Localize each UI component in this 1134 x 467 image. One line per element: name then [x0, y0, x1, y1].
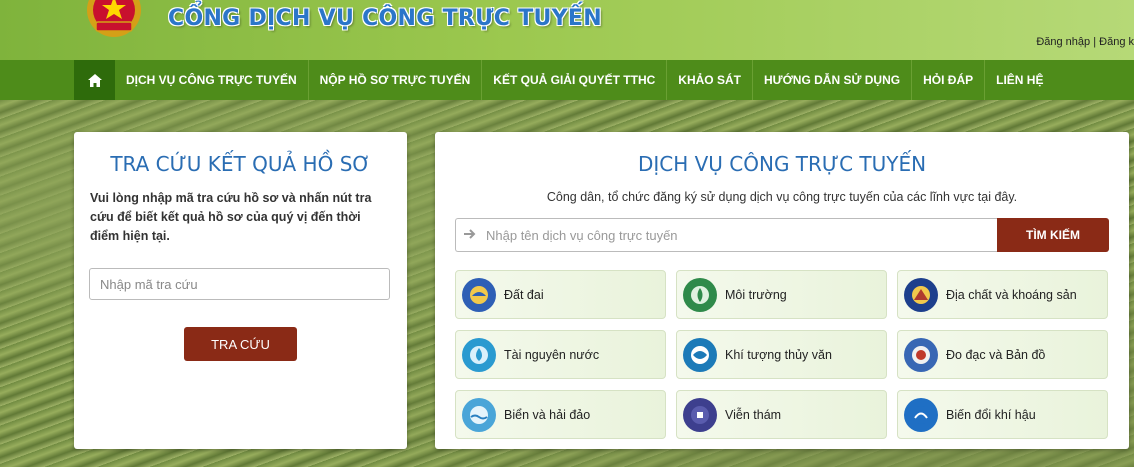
category-label: Đất đai [504, 287, 544, 302]
category-label: Biến đổi khí hậu [946, 407, 1036, 422]
geology-icon [904, 277, 938, 312]
category-remote-sensing[interactable]: Viễn thám [676, 390, 887, 439]
home-icon [87, 73, 102, 87]
nav-item-survey[interactable]: KHẢO SÁT [667, 60, 753, 100]
remote-sensing-icon [683, 397, 717, 432]
category-water-resources[interactable]: Tài nguyên nước [455, 330, 666, 379]
main-nav: DỊCH VỤ CÔNG TRỰC TUYẾN NỘP HỒ SƠ TRỰC T… [0, 60, 1134, 100]
lookup-description: Vui lòng nhập mã tra cứu hồ sơ và nhấn n… [90, 191, 372, 243]
service-search: TÌM KIẾM [455, 218, 1109, 252]
site-header: CỔNG DỊCH VỤ CÔNG TRỰC TUYẾN Đăng nhập |… [0, 0, 1134, 60]
category-label: Đo đạc và Bản đồ [946, 347, 1046, 362]
category-geology[interactable]: Địa chất và khoáng sản [897, 270, 1108, 319]
category-environment[interactable]: Môi trường [676, 270, 887, 319]
service-search-input[interactable] [455, 218, 997, 252]
category-climate-change[interactable]: Biến đổi khí hậu [897, 390, 1108, 439]
lookup-title: TRA CỨU KẾT QUẢ HỒ SƠ [110, 152, 371, 176]
climate-change-icon [904, 397, 938, 432]
category-sea-island[interactable]: Biển và hải đảo [455, 390, 666, 439]
lookup-button[interactable]: TRA CỨU [184, 327, 297, 361]
nav-home[interactable] [74, 60, 115, 100]
search-button[interactable]: TÌM KIẾM [997, 218, 1109, 252]
category-label: Tài nguyên nước [504, 347, 600, 362]
nav-item-online-services[interactable]: DỊCH VỤ CÔNG TRỰC TUYẾN [115, 60, 309, 100]
category-land[interactable]: Đất đai [455, 270, 666, 319]
category-label: Môi trường [725, 287, 787, 302]
site-title: CỔNG DỊCH VỤ CÔNG TRỰC TUYẾN [168, 6, 602, 31]
lookup-panel: TRA CỨU KẾT QUẢ HỒ SƠ Vui lòng nhập mã t… [74, 132, 407, 449]
auth-separator: | [1093, 36, 1097, 48]
land-icon [462, 277, 496, 312]
category-label: Viễn thám [725, 407, 782, 422]
category-survey-map[interactable]: Đo đạc và Bản đồ [897, 330, 1108, 379]
services-title: DỊCH VỤ CÔNG TRỰC TUYẾN [637, 152, 927, 176]
sea-island-icon [462, 397, 496, 432]
auth-links: Đăng nhập | Đăng k [1036, 36, 1134, 48]
category-label: Địa chất và khoáng sản [946, 287, 1077, 302]
arrow-right-icon [464, 229, 476, 239]
water-resource-icon [462, 337, 496, 372]
national-emblem-icon [87, 0, 141, 37]
category-meteorology[interactable]: Khí tượng thủy văn [676, 330, 887, 379]
nav-item-guide[interactable]: HƯỚNG DẪN SỬ DỤNG [753, 60, 913, 100]
category-label: Biển và hải đảo [504, 407, 591, 422]
nav-item-results[interactable]: KẾT QUẢ GIẢI QUYẾT TTHC [482, 60, 668, 100]
environment-icon [683, 277, 717, 312]
register-link[interactable]: Đăng k [1099, 36, 1134, 48]
login-link[interactable]: Đăng nhập [1036, 36, 1090, 48]
nav-item-contact[interactable]: LIÊN HỆ [985, 60, 1054, 100]
services-subtitle: Công dân, tổ chức đăng ký sử dụng dịch v… [546, 190, 1018, 204]
lookup-code-input[interactable] [89, 268, 390, 300]
nav-item-faq[interactable]: HỎI ĐÁP [912, 60, 986, 100]
category-label: Khí tượng thủy văn [725, 347, 832, 362]
meteorology-icon [683, 337, 717, 372]
nav-item-submit-online[interactable]: NỘP HỒ SƠ TRỰC TUYẾN [309, 60, 483, 100]
services-panel: DỊCH VỤ CÔNG TRỰC TUYẾN Công dân, tổ chứ… [435, 132, 1129, 449]
survey-map-icon [904, 337, 938, 372]
